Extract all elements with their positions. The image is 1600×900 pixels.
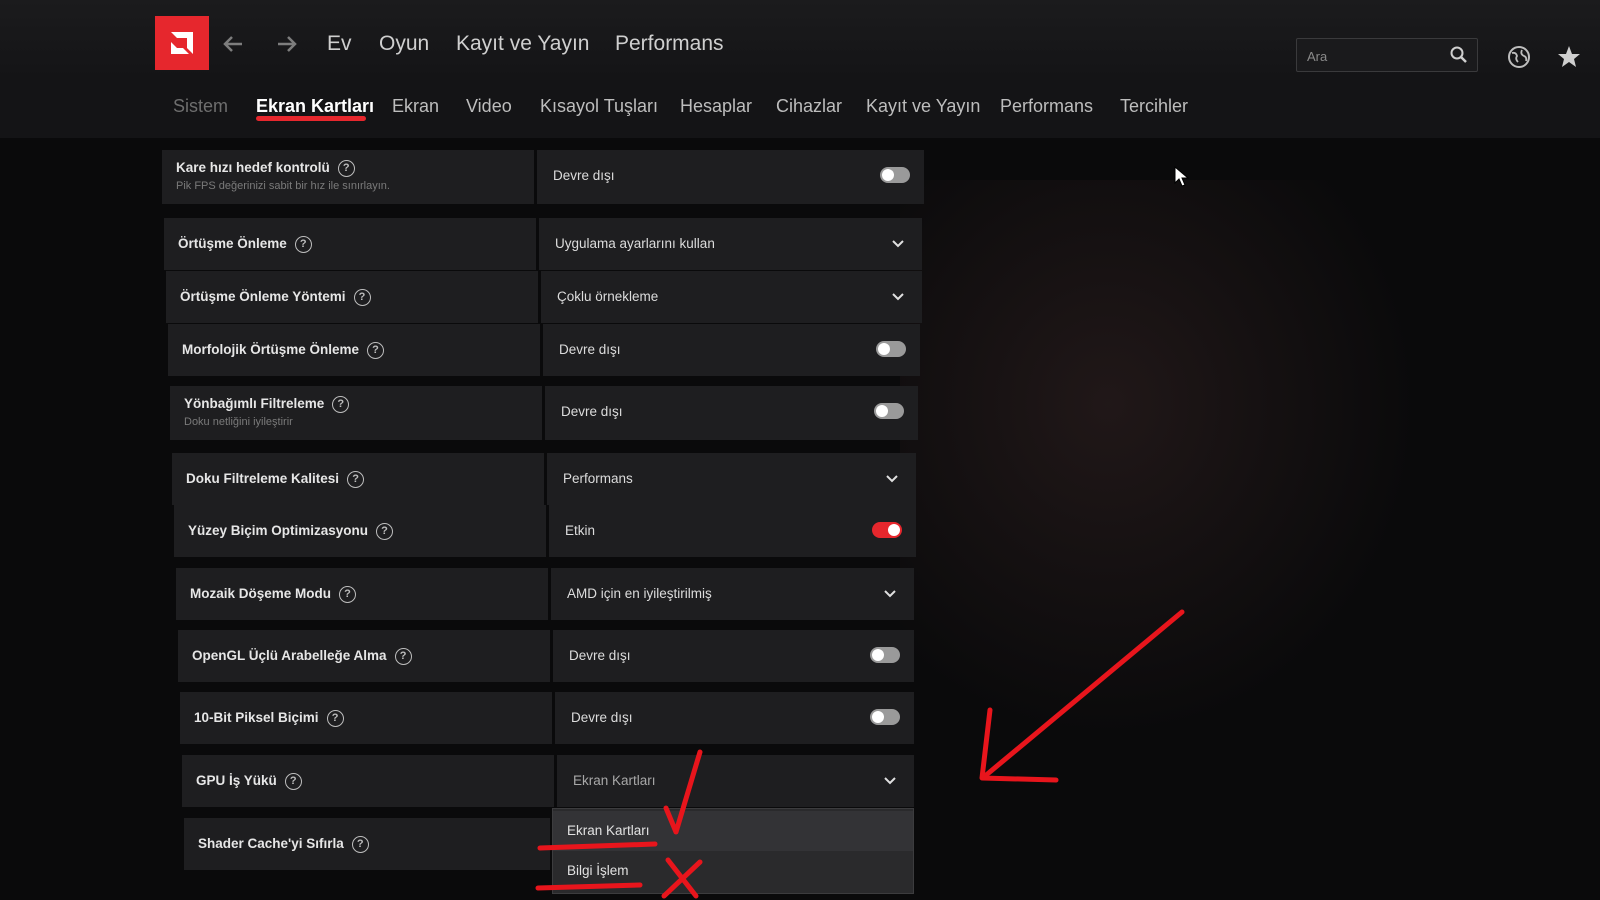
- setting-label: Örtüşme Önleme Yöntemi?: [180, 289, 371, 306]
- setting-value: Uygulama ayarlarını kullan: [555, 236, 715, 251]
- setting-description: Pik FPS değerinizi sabit bir hız ile sın…: [176, 180, 390, 192]
- chevron-down-icon[interactable]: [882, 773, 898, 789]
- gpu-workload-dropdown: Ekran Kartları Bilgi İşlem: [552, 808, 914, 894]
- topnav-gaming[interactable]: Oyun: [379, 32, 429, 56]
- help-icon[interactable]: ?: [294, 236, 312, 253]
- setting-value: Devre dışı: [559, 342, 621, 357]
- tab-video[interactable]: Video: [466, 96, 512, 117]
- chevron-down-icon[interactable]: [890, 236, 906, 252]
- setting-value: AMD için en iyileştirilmiş: [567, 586, 712, 601]
- setting-label: Morfolojik Örtüşme Önleme?: [182, 342, 385, 359]
- search-box[interactable]: [1296, 38, 1478, 72]
- help-icon[interactable]: ?: [326, 710, 344, 727]
- tab-preferences[interactable]: Tercihler: [1120, 96, 1188, 117]
- toggle-switch[interactable]: [874, 403, 904, 419]
- star-icon[interactable]: [1556, 44, 1582, 70]
- help-icon[interactable]: ?: [394, 648, 412, 665]
- setting-row-surface-format-optimization: Yüzey Biçim Optimizasyonu? Etkin: [174, 505, 916, 557]
- mouse-cursor-icon: [1174, 166, 1190, 187]
- tab-record-stream[interactable]: Kayıt ve Yayın: [866, 96, 980, 117]
- toggle-switch[interactable]: [870, 647, 900, 663]
- setting-row-texture-filtering-quality[interactable]: Doku Filtreleme Kalitesi? Performans: [172, 453, 916, 505]
- setting-value: Ekran Kartları: [573, 773, 656, 788]
- setting-row-anti-aliasing[interactable]: Örtüşme Önleme? Uygulama ayarlarını kull…: [164, 218, 922, 270]
- setting-value: Devre dışı: [553, 168, 615, 183]
- setting-label: Mozaik Döşeme Modu?: [190, 586, 357, 603]
- help-icon[interactable]: ?: [337, 160, 355, 177]
- setting-value: Performans: [563, 471, 633, 486]
- setting-row-frame-rate-target: Kare hızı hedef kontrolü? Pik FPS değeri…: [162, 150, 924, 204]
- help-icon[interactable]: ?: [339, 586, 357, 603]
- tab-system[interactable]: Sistem: [173, 96, 228, 117]
- toggle-switch[interactable]: [876, 341, 906, 357]
- tab-graphics[interactable]: Ekran Kartları: [256, 96, 374, 117]
- setting-label: Shader Cache'yi Sıfırla?: [198, 836, 369, 853]
- toggle-switch[interactable]: [880, 167, 910, 183]
- setting-value-cell: Devre dışı: [537, 150, 924, 204]
- amd-logo-icon: [171, 32, 193, 54]
- setting-label: OpenGL Üçlü Arabelleğe Alma?: [192, 648, 412, 665]
- setting-row-opengl-triple-buffering: OpenGL Üçlü Arabelleğe Alma? Devre dışı: [178, 630, 914, 682]
- active-tab-indicator: [256, 116, 366, 121]
- setting-value: Devre dışı: [561, 404, 623, 419]
- topnav-record-stream[interactable]: Kayıt ve Yayın: [456, 32, 589, 56]
- sub-tabs: Sistem Ekran Kartları Ekran Video Kısayo…: [0, 80, 1600, 138]
- help-icon[interactable]: ?: [351, 836, 369, 853]
- help-icon[interactable]: ?: [284, 773, 302, 790]
- top-bar: Ev Oyun Kayıt ve Yayın Performans: [0, 0, 1600, 80]
- setting-row-10bit-pixel-format: 10-Bit Piksel Biçimi? Devre dışı: [180, 692, 914, 744]
- chevron-down-icon[interactable]: [884, 471, 900, 487]
- setting-label: Örtüşme Önleme?: [178, 236, 312, 253]
- globe-icon[interactable]: [1506, 44, 1532, 70]
- help-icon[interactable]: ?: [332, 396, 350, 413]
- tab-devices[interactable]: Cihazlar: [776, 96, 842, 117]
- setting-label: Yönbağımlı Filtreleme?: [184, 396, 350, 413]
- help-icon[interactable]: ?: [376, 523, 394, 540]
- tab-hotkeys[interactable]: Kısayol Tuşları: [540, 96, 658, 117]
- setting-row-gpu-workload[interactable]: GPU İş Yükü? Ekran Kartları: [182, 755, 914, 807]
- tab-display[interactable]: Ekran: [392, 96, 439, 117]
- setting-value: Çoklu örnekleme: [557, 289, 659, 304]
- tab-performance[interactable]: Performans: [1000, 96, 1093, 117]
- toggle-switch[interactable]: [870, 709, 900, 725]
- forward-arrow-icon[interactable]: [272, 30, 300, 58]
- setting-row-reset-shader-cache[interactable]: Shader Cache'yi Sıfırla?: [184, 818, 550, 870]
- chevron-down-icon[interactable]: [890, 289, 906, 305]
- topnav-home[interactable]: Ev: [327, 32, 352, 56]
- help-icon[interactable]: ?: [347, 471, 365, 488]
- setting-row-anisotropic-filtering: Yönbağımlı Filtreleme? Doku netliğini iy…: [170, 386, 918, 440]
- setting-label: Doku Filtreleme Kalitesi?: [186, 471, 365, 488]
- help-icon[interactable]: ?: [353, 289, 371, 306]
- help-icon[interactable]: ?: [367, 342, 385, 359]
- search-input[interactable]: [1305, 44, 1449, 68]
- topnav-performance[interactable]: Performans: [615, 32, 724, 56]
- setting-label: 10-Bit Piksel Biçimi?: [194, 710, 344, 727]
- toggle-switch[interactable]: [872, 522, 902, 538]
- setting-label: Kare hızı hedef kontrolü?: [176, 160, 355, 177]
- back-arrow-icon[interactable]: [220, 30, 248, 58]
- setting-description: Doku netliğini iyileştirir: [184, 416, 293, 428]
- setting-row-morphological-aa: Morfolojik Örtüşme Önleme? Devre dışı: [168, 324, 920, 376]
- setting-row-anti-aliasing-method[interactable]: Örtüşme Önleme Yöntemi? Çoklu örnekleme: [166, 271, 922, 323]
- chevron-down-icon[interactable]: [882, 586, 898, 602]
- setting-row-tessellation-mode[interactable]: Mozaik Döşeme Modu? AMD için en iyileşti…: [176, 568, 914, 620]
- setting-label: Yüzey Biçim Optimizasyonu?: [188, 523, 394, 540]
- background-blur: [900, 180, 1420, 740]
- tab-accounts[interactable]: Hesaplar: [680, 96, 752, 117]
- amd-logo[interactable]: [155, 16, 209, 70]
- search-icon[interactable]: [1449, 45, 1469, 65]
- dropdown-option-compute[interactable]: Bilgi İşlem: [553, 851, 913, 891]
- setting-label-cell: Kare hızı hedef kontrolü? Pik FPS değeri…: [162, 150, 534, 204]
- setting-value: Etkin: [565, 523, 596, 538]
- setting-label: GPU İş Yükü?: [196, 773, 302, 790]
- dropdown-option-graphics[interactable]: Ekran Kartları: [553, 811, 913, 851]
- setting-value: Devre dışı: [571, 710, 633, 725]
- setting-value: Devre dışı: [569, 648, 631, 663]
